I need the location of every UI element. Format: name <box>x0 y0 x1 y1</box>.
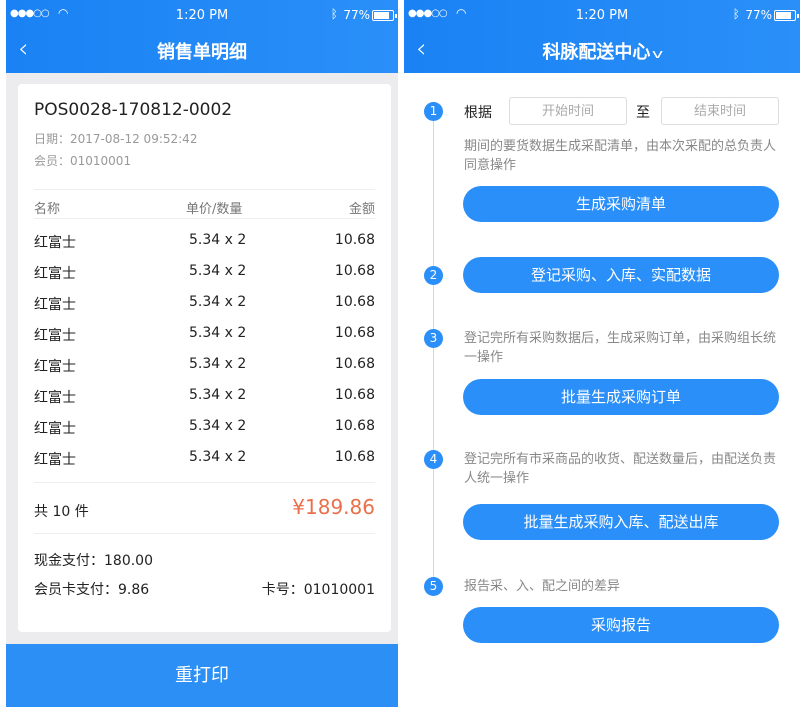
step-1-description: 期间的要货数据生成采配清单，由本次采配的总负责人同意操作 <box>464 139 777 173</box>
step-number-2: 2 <box>424 266 443 285</box>
batch-generate-stockin-delivery-button[interactable]: 批量生成采购入库、配送出库 <box>463 504 779 540</box>
column-amount: 金额 <box>348 202 375 217</box>
item-amount: 10.68 <box>334 232 375 248</box>
step-number-4: 4 <box>424 450 443 469</box>
page-title: 科脉配送中心 <box>542 42 651 63</box>
to-label: 至 <box>636 105 650 121</box>
status-bar: ●●●○○ ◠ 1:20 PM ᛒ 77% <box>404 6 800 26</box>
item-price-qty: 5.34 x 2 <box>189 387 247 403</box>
basis-label: 根据 <box>464 105 492 121</box>
distribution-center-screen: ●●●○○ ◠ 1:20 PM ᛒ 77% ‹ 科脉配送中心v 1 根据 至 期… <box>404 0 800 707</box>
item-amount: 10.68 <box>334 263 375 279</box>
item-price-qty: 5.34 x 2 <box>189 263 247 279</box>
item-price-qty: 5.34 x 2 <box>189 232 247 248</box>
status-time: 1:20 PM <box>575 8 629 23</box>
battery-icon <box>372 10 397 21</box>
item-amount: 10.68 <box>334 294 375 310</box>
step-number-1: 1 <box>424 102 443 121</box>
order-member: 会员：01010001 <box>34 154 132 168</box>
battery-percent: 77% <box>343 8 370 22</box>
sales-order-detail-screen: ●●●○○ ◠ 1:20 PM ᛒ 77% ‹ 销售单明细 POS0028-17… <box>6 0 398 707</box>
total-amount: ¥189.86 <box>292 495 375 519</box>
left-header: ●●●○○ ◠ 1:20 PM ᛒ 77% ‹ 销售单明细 <box>6 0 398 73</box>
column-price-qty: 单价/数量 <box>186 202 243 217</box>
battery-percent: 77% <box>745 8 772 22</box>
card-payment: 会员卡支付：9.86 <box>34 582 150 598</box>
table-row: 红富士 5.34 x 2 10.68 <box>34 232 375 260</box>
item-amount: 10.68 <box>334 325 375 341</box>
total-count: 共 10 件 <box>34 504 89 520</box>
item-name: 红富士 <box>34 359 76 375</box>
item-price-qty: 5.34 x 2 <box>189 356 247 372</box>
batch-generate-orders-button[interactable]: 批量生成采购订单 <box>463 379 779 415</box>
step-number-3: 3 <box>424 329 443 348</box>
item-name: 红富士 <box>34 452 76 468</box>
item-name: 红富士 <box>34 328 76 344</box>
step-number-5: 5 <box>424 577 443 596</box>
step-4-description: 登记完所有市采商品的收货、配送数量后，由配送负责人统一操作 <box>464 452 777 486</box>
card-number: 卡号：01010001 <box>261 582 375 598</box>
battery-icon <box>774 10 799 21</box>
table-row: 红富士 5.34 x 2 10.68 <box>34 294 375 322</box>
register-purchase-data-button[interactable]: 登记采购、入库、实配数据 <box>463 257 779 293</box>
table-row: 红富士 5.34 x 2 10.68 <box>34 387 375 415</box>
chevron-down-icon: v <box>652 47 664 61</box>
nav-bar: ‹ 科脉配送中心 v <box>404 28 800 72</box>
item-price-qty: 5.34 x 2 <box>189 449 247 465</box>
item-amount: 10.68 <box>334 449 375 465</box>
item-amount: 10.68 <box>334 418 375 434</box>
table-row: 红富士 5.34 x 2 10.68 <box>34 449 375 477</box>
step-3-description: 登记完所有采购数据后，生成采购订单，由采购组长统一操作 <box>464 331 777 365</box>
item-price-qty: 5.34 x 2 <box>189 325 247 341</box>
order-date: 日期：2017-08-12 09:52:42 <box>34 132 198 146</box>
bluetooth-icon: ᛒ <box>732 7 740 21</box>
status-time: 1:20 PM <box>175 8 229 23</box>
item-name: 红富士 <box>34 266 76 282</box>
order-card: POS0028-170812-0002 日期：2017-08-12 09:52:… <box>18 84 391 632</box>
order-number: POS0028-170812-0002 <box>34 100 233 120</box>
nav-bar: ‹ 销售单明细 <box>6 28 398 72</box>
item-name: 红富士 <box>34 390 76 406</box>
step-5-description: 报告采、入、配之间的差异 <box>464 579 621 594</box>
table-row: 红富士 5.34 x 2 10.68 <box>34 325 375 353</box>
item-name: 红富士 <box>34 235 76 251</box>
step-timeline <box>433 112 434 592</box>
bluetooth-icon: ᛒ <box>330 7 338 21</box>
item-name: 红富士 <box>34 421 76 437</box>
item-amount: 10.68 <box>334 387 375 403</box>
page-title: 销售单明细 <box>157 42 247 63</box>
generate-purchase-list-button[interactable]: 生成采购清单 <box>463 186 779 222</box>
table-row: 红富士 5.34 x 2 10.68 <box>34 263 375 291</box>
table-row: 红富士 5.34 x 2 10.68 <box>34 356 375 384</box>
table-header: 名称 单价/数量 金额 <box>34 189 375 219</box>
item-price-qty: 5.34 x 2 <box>189 418 247 434</box>
total-row: 共 10 件 ¥189.86 <box>34 482 375 534</box>
column-name: 名称 <box>34 202 61 217</box>
status-bar: ●●●○○ ◠ 1:20 PM ᛒ 77% <box>6 6 398 26</box>
item-name: 红富士 <box>34 297 76 313</box>
purchase-report-button[interactable]: 采购报告 <box>463 607 779 643</box>
center-title-dropdown[interactable]: 科脉配送中心 v <box>404 38 800 64</box>
end-time-input[interactable] <box>661 97 779 125</box>
start-time-input[interactable] <box>509 97 627 125</box>
reprint-button[interactable]: 重打印 <box>6 644 398 707</box>
right-header: ●●●○○ ◠ 1:20 PM ᛒ 77% ‹ 科脉配送中心 v <box>404 0 800 73</box>
item-amount: 10.68 <box>334 356 375 372</box>
table-row: 红富士 5.34 x 2 10.68 <box>34 418 375 446</box>
cash-payment: 现金支付：180.00 <box>34 553 153 569</box>
item-price-qty: 5.34 x 2 <box>189 294 247 310</box>
